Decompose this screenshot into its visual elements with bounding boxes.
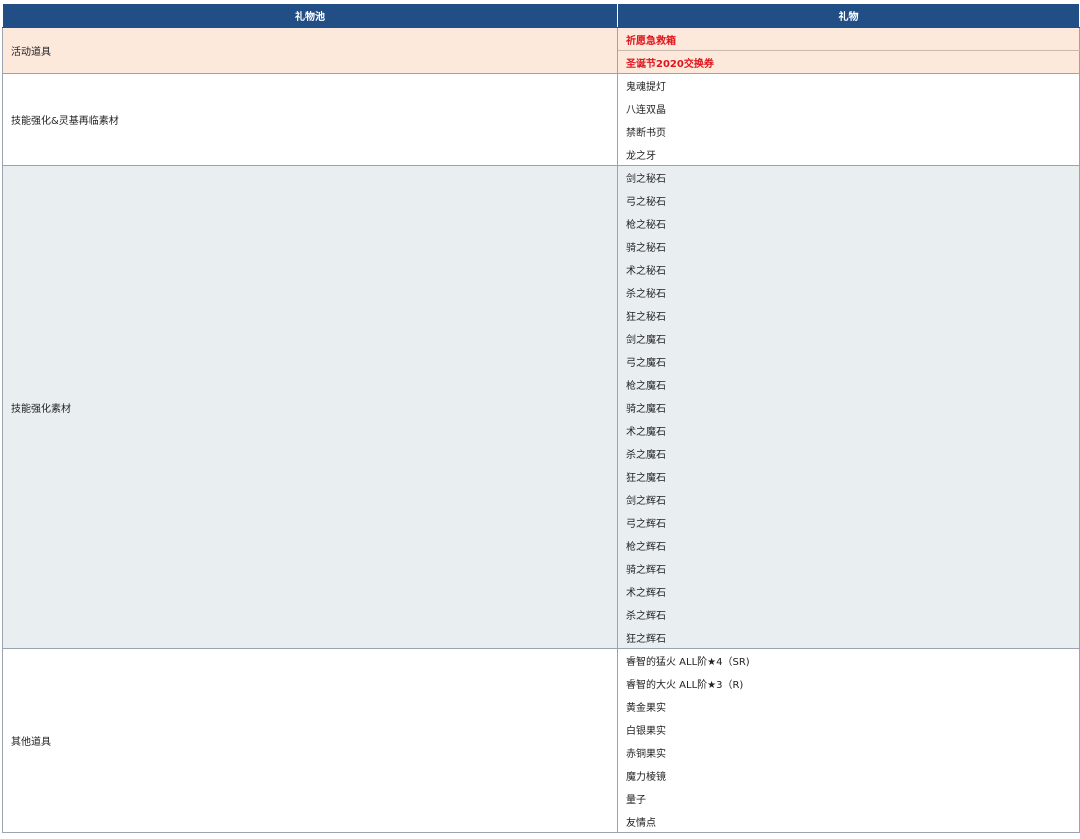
gift-item-cell: 友情点 — [617, 809, 1080, 833]
gift-item-cell: 杀之辉石 — [617, 602, 1080, 626]
table-header-row: 礼物池 礼物 — [2, 3, 1080, 28]
group-other-items: 其他道具 — [2, 648, 618, 833]
gift-item-cell: 剑之秘石 — [617, 165, 1080, 189]
gift-item-cell: 狂之辉石 — [617, 625, 1080, 649]
gift-item-cell: 八连双晶 — [617, 96, 1080, 120]
gift-item-cell: 弓之辉石 — [617, 510, 1080, 534]
gift-item-cell: 骑之秘石 — [617, 234, 1080, 258]
gift-item-cell: 术之辉石 — [617, 579, 1080, 603]
gift-item-cell: 魔力棱镜 — [617, 763, 1080, 787]
gift-item-cell: 剑之辉石 — [617, 487, 1080, 511]
group-event-items: 活动道具 — [2, 27, 618, 74]
group-skill-ascension: 技能强化&灵基再临素材 — [2, 73, 618, 166]
gift-item-cell: 骑之魔石 — [617, 395, 1080, 419]
gift-item-cell: 黄金果实 — [617, 694, 1080, 718]
table-row: 其他道具 睿智的猛火 ALL阶★4（SR) — [2, 648, 1080, 833]
gift-item-cell: 圣诞节2020交换券 — [617, 50, 1080, 74]
gift-item-cell: 赤铜果实 — [617, 740, 1080, 764]
header-gift: 礼物 — [617, 3, 1080, 28]
group-skill-materials: 技能强化素材 — [2, 165, 618, 649]
gift-item-cell: 白银果实 — [617, 717, 1080, 741]
gift-item-cell: 骑之辉石 — [617, 556, 1080, 580]
gift-item-cell: 禁断书页 — [617, 119, 1080, 143]
gift-item-cell: 杀之秘石 — [617, 280, 1080, 304]
gift-item-cell: 睿智的猛火 ALL阶★4（SR) — [617, 648, 1080, 672]
gift-item-cell: 术之秘石 — [617, 257, 1080, 281]
gift-item-cell: 剑之魔石 — [617, 326, 1080, 350]
gift-item-cell: 杀之魔石 — [617, 441, 1080, 465]
gift-item-cell: 睿智的大火 ALL阶★3（R) — [617, 671, 1080, 695]
table-row: 技能强化&灵基再临素材 鬼魂提灯 — [2, 73, 1080, 166]
gift-item-cell: 枪之辉石 — [617, 533, 1080, 557]
gift-item-cell: 枪之魔石 — [617, 372, 1080, 396]
gift-item-cell: 狂之秘石 — [617, 303, 1080, 327]
gift-item-cell: 弓之魔石 — [617, 349, 1080, 373]
gift-item-cell: 枪之秘石 — [617, 211, 1080, 235]
gift-item-cell: 龙之牙 — [617, 142, 1080, 166]
gift-item-cell: 狂之魔石 — [617, 464, 1080, 488]
gift-pool-table: 礼物池 礼物 活动道具 祈愿急救箱 圣诞节2020交换券 技能强化&灵基再临素材 鬼魂提… — [2, 3, 1080, 833]
gift-item-cell: 弓之秘石 — [617, 188, 1080, 212]
gift-item-cell: 术之魔石 — [617, 418, 1080, 442]
header-pool: 礼物池 — [2, 3, 618, 28]
gift-item-cell: 鬼魂提灯 — [617, 73, 1080, 97]
table-row: 技能强化素材 剑之秘石 — [2, 165, 1080, 649]
gift-item-cell: 量子 — [617, 786, 1080, 810]
table-body: 活动道具 祈愿急救箱 圣诞节2020交换券 技能强化&灵基再临素材 鬼魂提灯 八连双晶 禁断… — [2, 27, 1080, 833]
gift-item-cell: 祈愿急救箱 — [617, 27, 1080, 51]
table-row: 活动道具 祈愿急救箱 — [2, 27, 1080, 74]
